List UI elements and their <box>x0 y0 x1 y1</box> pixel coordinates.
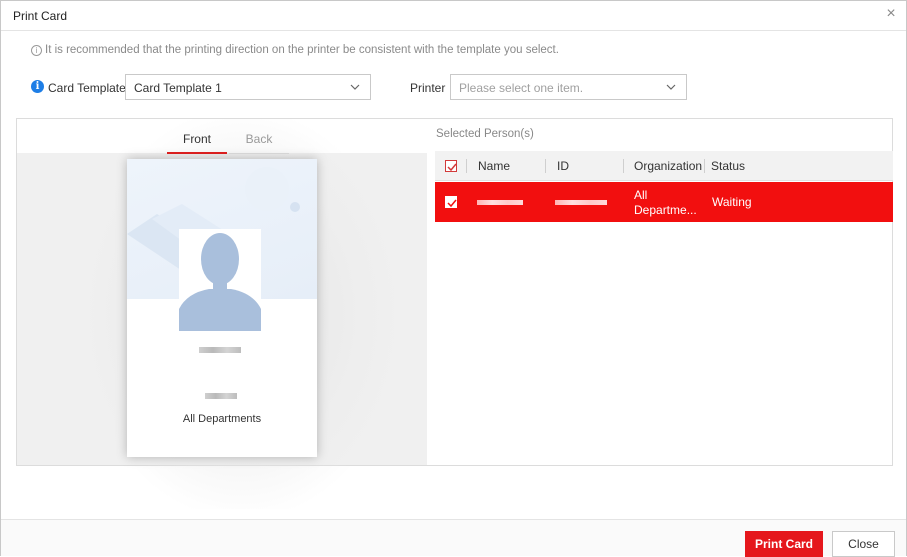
printer-label: Printer <box>410 81 446 95</box>
person-avatar-icon <box>179 229 261 331</box>
print-card-dialog: Print Card × i It is recommended that the… <box>0 0 907 557</box>
row-organization-line2: Departme... <box>634 203 697 217</box>
selected-persons-title: Selected Person(s) <box>436 128 534 140</box>
table-row[interactable]: All Departme... Waiting <box>435 182 893 222</box>
column-id[interactable]: ID <box>557 159 569 173</box>
check-icon <box>447 163 457 172</box>
chevron-down-icon <box>350 84 360 90</box>
row-organization-line1: All <box>634 188 648 202</box>
blurred-id <box>205 393 237 399</box>
dialog-footer: Print Card Close <box>1 519 906 557</box>
printer-placeholder: Please select one item. <box>459 81 584 95</box>
column-divider <box>545 159 546 173</box>
print-card-button[interactable]: Print Card <box>745 531 823 557</box>
preview-panel: Front Back All Departments Selected Pers… <box>16 118 893 509</box>
select-all-checkbox[interactable] <box>445 160 457 172</box>
card-side-tabs: Front Back <box>167 132 292 154</box>
card-preview: All Departments <box>127 159 317 457</box>
card-template-label: Card Template <box>48 81 126 95</box>
dialog-title: Print Card <box>13 9 68 23</box>
row-checkbox[interactable] <box>445 196 457 208</box>
column-divider <box>623 159 624 173</box>
dialog-titlebar: Print Card × <box>1 1 906 31</box>
close-icon[interactable]: × <box>882 5 900 23</box>
card-template-value: Card Template 1 <box>134 81 222 95</box>
column-status[interactable]: Status <box>711 159 745 173</box>
check-icon <box>447 199 457 208</box>
blurred-row-name <box>477 200 523 205</box>
column-divider <box>466 159 467 173</box>
column-name[interactable]: Name <box>478 159 510 173</box>
printer-select[interactable]: Please select one item. <box>450 74 687 100</box>
tab-front[interactable]: Front <box>167 132 227 154</box>
hint-text: It is recommended that the printing dire… <box>45 44 559 56</box>
close-button[interactable]: Close <box>832 531 895 557</box>
table-header: Name ID Organization Status <box>435 151 893 181</box>
card-template-select[interactable]: Card Template 1 <box>125 74 371 100</box>
column-divider <box>704 159 705 173</box>
tab-back[interactable]: Back <box>229 132 289 154</box>
row-status: Waiting <box>712 195 752 209</box>
card-department: All Departments <box>182 413 262 425</box>
info-icon: i <box>31 80 44 93</box>
chevron-down-icon <box>666 84 676 90</box>
blurred-name <box>199 347 241 353</box>
info-outline-icon: i <box>31 45 42 56</box>
column-organization[interactable]: Organization <box>634 159 702 173</box>
blurred-row-id <box>555 200 607 205</box>
recommendation-hint: i It is recommended that the printing dir… <box>31 44 559 56</box>
